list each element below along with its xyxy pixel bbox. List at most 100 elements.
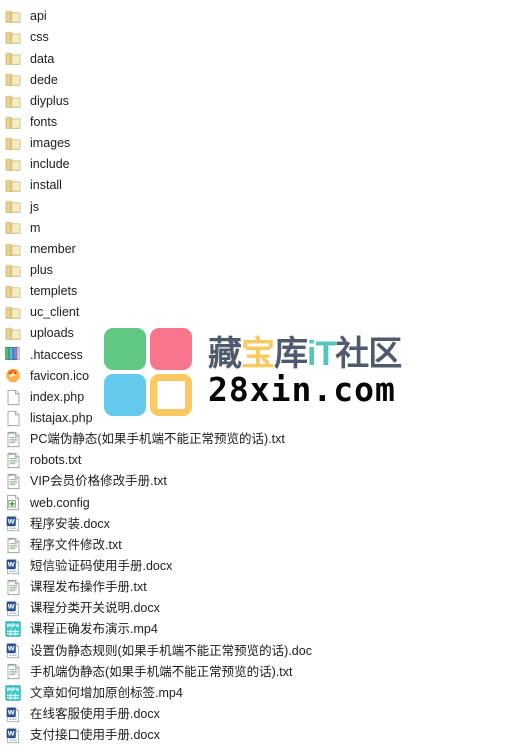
text-file-icon bbox=[5, 579, 22, 596]
file-row[interactable]: web.config bbox=[0, 492, 523, 513]
svg-text:W: W bbox=[8, 603, 15, 611]
folder-icon bbox=[5, 325, 22, 342]
file-name: 课程正确发布演示.mp4 bbox=[30, 622, 158, 637]
folder-row[interactable]: js bbox=[0, 196, 523, 217]
svg-text:MP4: MP4 bbox=[7, 624, 20, 630]
folder-row[interactable]: install bbox=[0, 175, 523, 196]
folder-row[interactable]: data bbox=[0, 48, 523, 69]
folder-row[interactable]: images bbox=[0, 133, 523, 154]
folder-name: uc_client bbox=[30, 305, 80, 320]
svg-text:W: W bbox=[8, 729, 15, 737]
svg-text:W: W bbox=[8, 645, 15, 653]
folder-name: diyplus bbox=[30, 93, 69, 108]
svg-text:MP4: MP4 bbox=[7, 687, 20, 693]
firefox-ico-icon bbox=[5, 367, 22, 384]
file-row[interactable]: W 支付接口使用手册.docx bbox=[0, 725, 523, 746]
folder-name: plus bbox=[30, 263, 53, 277]
folder-name: fonts bbox=[30, 115, 58, 130]
folder-icon bbox=[5, 198, 22, 215]
file-row[interactable]: 课程发布操作手册.txt bbox=[0, 577, 523, 598]
file-row[interactable]: PC端伪静态(如果手机端不能正常预览的话).txt bbox=[0, 429, 523, 450]
folder-row[interactable]: templets bbox=[0, 281, 523, 302]
folder-name: data bbox=[30, 51, 55, 66]
folder-icon bbox=[5, 219, 22, 236]
word-doc-icon: W bbox=[5, 558, 22, 575]
file-name: 程序安装.docx bbox=[30, 516, 110, 531]
folder-row[interactable]: uploads bbox=[0, 323, 523, 344]
mp4-video-icon: MP4 bbox=[5, 621, 22, 638]
file-row[interactable]: W 短信验证码使用手册.docx bbox=[0, 556, 523, 577]
folder-icon bbox=[5, 93, 22, 110]
file-name: listajax.php bbox=[30, 410, 93, 425]
file-row[interactable]: .htaccess bbox=[0, 344, 523, 365]
file-row[interactable]: MP4 课程正确发布演示.mp4 bbox=[0, 619, 523, 640]
directory-file-listing[interactable]: api css data dede diyplus fonts images i… bbox=[0, 0, 523, 746]
file-name: web.config bbox=[30, 495, 90, 510]
folder-name: dede bbox=[30, 72, 58, 87]
text-file-icon bbox=[5, 431, 22, 448]
folder-name: api bbox=[30, 9, 47, 24]
folder-icon bbox=[5, 114, 22, 131]
word-doc-icon: W bbox=[5, 642, 22, 659]
folder-icon bbox=[5, 304, 22, 321]
file-name: 在线客服使用手册.docx bbox=[30, 706, 160, 721]
file-row[interactable]: index.php bbox=[0, 387, 523, 408]
file-name: .htaccess bbox=[30, 347, 83, 362]
folder-row[interactable]: m bbox=[0, 217, 523, 238]
file-row[interactable]: MP4 文章如何增加原创标签.mp4 bbox=[0, 683, 523, 704]
text-file-icon bbox=[5, 473, 22, 490]
folder-row[interactable]: css bbox=[0, 27, 523, 48]
folder-name: member bbox=[30, 241, 76, 256]
file-name: 短信验证码使用手册.docx bbox=[30, 558, 173, 573]
file-row[interactable]: W 在线客服使用手册.docx bbox=[0, 704, 523, 725]
file-name: index.php bbox=[30, 389, 85, 404]
file-row[interactable]: 手机端伪静态(如果手机端不能正常预览的话).txt bbox=[0, 661, 523, 682]
file-row[interactable]: VIP会员价格修改手册.txt bbox=[0, 471, 523, 492]
file-row[interactable]: favicon.ico bbox=[0, 365, 523, 386]
folder-row[interactable]: include bbox=[0, 154, 523, 175]
file-name: VIP会员价格修改手册.txt bbox=[30, 474, 167, 489]
file-name: 课程发布操作手册.txt bbox=[30, 580, 147, 595]
folder-name: install bbox=[30, 178, 62, 193]
file-name: robots.txt bbox=[30, 453, 82, 468]
file-row[interactable]: 程序文件修改.txt bbox=[0, 535, 523, 556]
file-name: 设置伪静态规则(如果手机端不能正常预览的话).doc bbox=[30, 643, 312, 658]
svg-text:W: W bbox=[8, 518, 15, 526]
folder-icon bbox=[5, 283, 22, 300]
word-doc-icon: W bbox=[5, 727, 22, 744]
text-file-icon bbox=[5, 452, 22, 469]
folder-row[interactable]: member bbox=[0, 239, 523, 260]
file-row[interactable]: W 课程分类开关说明.docx bbox=[0, 598, 523, 619]
file-row[interactable]: listajax.php bbox=[0, 408, 523, 429]
folder-row[interactable]: api bbox=[0, 6, 523, 27]
file-name: 文章如何增加原创标签.mp4 bbox=[30, 685, 183, 700]
folder-name: images bbox=[30, 136, 71, 151]
folder-row[interactable]: uc_client bbox=[0, 302, 523, 323]
file-name: 课程分类开关说明.docx bbox=[30, 601, 160, 616]
file-row[interactable]: W 程序安装.docx bbox=[0, 513, 523, 534]
folder-icon bbox=[5, 8, 22, 25]
folder-icon bbox=[5, 29, 22, 46]
folder-name: js bbox=[30, 199, 40, 214]
file-name: 手机端伪静态(如果手机端不能正常预览的话).txt bbox=[30, 664, 293, 679]
folder-name: templets bbox=[30, 284, 78, 299]
folder-icon bbox=[5, 135, 22, 152]
text-file-icon bbox=[5, 663, 22, 680]
file-name: 支付接口使用手册.docx bbox=[30, 728, 160, 743]
file-row[interactable]: robots.txt bbox=[0, 450, 523, 471]
word-doc-icon: W bbox=[5, 706, 22, 723]
folder-row[interactable]: dede bbox=[0, 69, 523, 90]
svg-text:W: W bbox=[8, 708, 15, 716]
file-name: favicon.ico bbox=[30, 368, 90, 383]
folder-row[interactable]: diyplus bbox=[0, 91, 523, 112]
folder-row[interactable]: fonts bbox=[0, 112, 523, 133]
folder-icon bbox=[5, 71, 22, 88]
folder-name: uploads bbox=[30, 326, 74, 341]
folder-name: include bbox=[30, 157, 70, 172]
blank-page-icon bbox=[5, 410, 22, 427]
folder-name: css bbox=[30, 30, 49, 45]
folder-row[interactable]: plus bbox=[0, 260, 523, 281]
folder-icon bbox=[5, 156, 22, 173]
file-row[interactable]: W 设置伪静态规则(如果手机端不能正常预览的话).doc bbox=[0, 640, 523, 661]
text-file-icon bbox=[5, 537, 22, 554]
